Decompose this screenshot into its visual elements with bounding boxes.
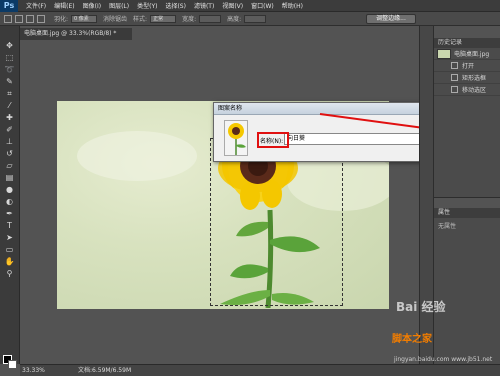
history-item[interactable]: 移动选区 (434, 84, 500, 96)
history-item-label: 打开 (462, 63, 475, 70)
zoom-level[interactable]: 33.33% (22, 365, 45, 376)
add-selection-icon[interactable] (26, 14, 34, 23)
menu-bar: Ps 文件(F) 编辑(E) 图像(I) 图层(L) 类型(Y) 选择(S) 滤… (0, 0, 500, 12)
menu-select[interactable]: 选择(S) (165, 1, 186, 10)
marquee-tool-icon[interactable]: ⬚ (3, 52, 17, 64)
shape-tool-icon[interactable]: ▭ (3, 244, 17, 256)
properties-empty-text: 无属性 (438, 223, 457, 230)
history-tab[interactable]: 历史记录 (434, 38, 500, 48)
menu-edit[interactable]: 编辑(E) (54, 1, 74, 10)
menu-file[interactable]: 文件(F) (26, 1, 46, 10)
history-item-label: 电脑桌面.jpg (454, 51, 490, 58)
tools-panel: ✥ ⬚ ➰ ✎ ⌗ ⁄ ✚ ✐ ⊥ ↺ ▱ ▤ ● ◐ ✒ T ➤ ▭ ✋ ⚲ (0, 26, 20, 369)
options-bar: 羽化: 0 像素 消除锯齿 样式: 正常 宽度: 高度: 调整边缘... (0, 12, 500, 26)
history-state-icon (451, 62, 458, 69)
height-input[interactable] (244, 14, 267, 23)
marquee-selection[interactable] (210, 138, 343, 306)
watermark-url: jingyan.baidu.com www.jb51.net (394, 356, 493, 363)
dodge-icon[interactable]: ◐ (3, 196, 17, 208)
eyedropper-icon[interactable]: ⁄ (3, 100, 17, 112)
annotation-highlight-name (257, 132, 289, 148)
pattern-thumbnail-image (228, 123, 246, 155)
document-tab[interactable]: 电脑桌面.jpg @ 33.3%(RGB/8) * (20, 28, 132, 40)
snapshot-thumbnail (437, 48, 451, 59)
healing-brush-icon[interactable]: ✚ (3, 112, 17, 124)
feather-label: 羽化: (54, 16, 69, 23)
refine-edge-button[interactable]: 调整边缘... (366, 14, 416, 24)
dialog-title: 图案名称 (218, 105, 243, 112)
menu-type[interactable]: 类型(Y) (137, 1, 157, 10)
properties-tab[interactable]: 属性 (434, 208, 500, 218)
menu-help[interactable]: 帮助(H) (282, 1, 303, 10)
history-item-label: 移动选区 (462, 87, 487, 94)
history-item[interactable]: 矩形选框 (434, 72, 500, 84)
history-item-label: 矩形选框 (462, 75, 487, 82)
new-selection-icon[interactable] (15, 14, 23, 23)
antialias-label[interactable]: 消除锯齿 (103, 14, 127, 23)
crop-tool-icon[interactable]: ⌗ (3, 88, 17, 100)
blur-icon[interactable]: ● (3, 184, 17, 196)
clone-stamp-icon[interactable]: ⊥ (3, 136, 17, 148)
history-brush-icon[interactable]: ↺ (3, 148, 17, 160)
eraser-icon[interactable]: ▱ (3, 160, 17, 172)
pattern-thumbnail (224, 120, 248, 156)
history-item[interactable]: 打开 (434, 60, 500, 72)
history-state-icon (451, 74, 458, 81)
history-state-icon (451, 86, 458, 93)
menu-view[interactable]: 视图(V) (222, 1, 243, 10)
style-label: 样式: (133, 16, 148, 23)
photoshop-logo: Ps (0, 0, 18, 12)
menu-layer[interactable]: 图层(L) (109, 1, 129, 10)
subtract-selection-icon[interactable] (37, 14, 45, 23)
move-tool-icon[interactable]: ✥ (3, 40, 17, 52)
menu-image[interactable]: 图像(I) (83, 1, 101, 10)
width-input[interactable] (199, 14, 222, 23)
baidu-watermark: Bai 经验 (396, 300, 446, 314)
brush-tool-icon[interactable]: ✐ (3, 124, 17, 136)
type-tool-icon[interactable]: T (3, 220, 17, 232)
menu-window[interactable]: 窗口(W) (251, 1, 274, 10)
history-panel: 历史记录 电脑桌面.jpg 打开 矩形选框 移动选区 (434, 38, 500, 198)
path-select-icon[interactable]: ➤ (3, 232, 17, 244)
document-size: 文档:6.59M/6.59M (78, 367, 132, 374)
properties-panel: 属性 无属性 (434, 208, 500, 364)
jb51-watermark: 脚本之家 (392, 334, 432, 345)
feather-input[interactable]: 0 像素 (71, 14, 98, 23)
quick-select-icon[interactable]: ✎ (3, 76, 17, 88)
zoom-tool-icon[interactable]: ⚲ (3, 268, 17, 280)
background-color-swatch[interactable] (8, 360, 17, 369)
status-bar: 33.33% 文档:6.59M/6.59M (20, 364, 500, 376)
lasso-tool-icon[interactable]: ➰ (3, 64, 17, 76)
style-select[interactable]: 正常 (150, 14, 177, 23)
width-label: 宽度: (182, 16, 197, 23)
menu-filter[interactable]: 滤镜(T) (194, 1, 214, 10)
gradient-icon[interactable]: ▤ (3, 172, 17, 184)
history-snapshot[interactable]: 电脑桌面.jpg (434, 48, 500, 60)
pen-tool-icon[interactable]: ✒ (3, 208, 17, 220)
cloud-shape (77, 131, 197, 181)
marquee-tool-icon[interactable] (4, 14, 12, 23)
hand-tool-icon[interactable]: ✋ (3, 256, 17, 268)
height-label: 高度: (227, 16, 242, 23)
